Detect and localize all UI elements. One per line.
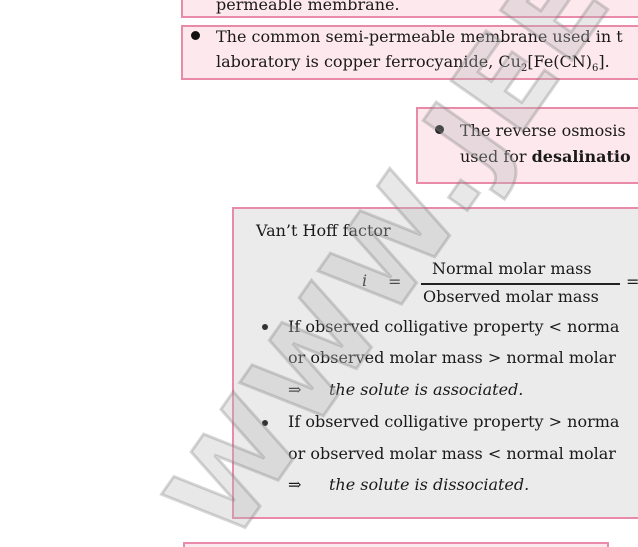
formula-equals: = [388, 272, 402, 291]
dissociated-line2: or observed molar mass < normal molar [288, 444, 616, 463]
dissociated-line1: If observed colligative property > norma [288, 412, 620, 431]
bullet-icon [262, 420, 268, 426]
associated-conclusion: the solute is associated. [329, 380, 524, 399]
document-page: permeable membrane. The common semi-perm… [0, 0, 638, 547]
membrane-text: permeable membrane. [216, 0, 400, 14]
vant-hoff-title: Van’t Hoff factor [256, 221, 391, 240]
formula-numerator: Normal molar mass [432, 259, 592, 278]
implies-icon: ⇒ [288, 380, 302, 399]
formula-equals-2: = [626, 272, 638, 291]
copper-ferrocyanide-line2: laboratory is copper ferrocyanide, Cu2[F… [216, 52, 610, 75]
reverse-osmosis-line1: The reverse osmosis [460, 121, 626, 140]
copper-ferrocyanide-line1: The common semi-permeable membrane used … [216, 27, 623, 46]
bullet-icon [262, 324, 268, 330]
associated-line2: or observed molar mass > normal molar [288, 348, 616, 367]
dissociated-conclusion: the solute is dissociated. [329, 475, 530, 494]
bullet-icon [191, 31, 200, 40]
reverse-osmosis-line2: used for desalinatio [460, 147, 631, 166]
fraction-bar [421, 283, 620, 285]
implies-icon: ⇒ [288, 475, 302, 494]
associated-line1: If observed colligative property < norma [288, 317, 620, 336]
bullet-icon [435, 125, 444, 134]
formula-i: i [362, 271, 368, 290]
formula-denominator: Observed molar mass [423, 287, 599, 306]
note-box-bottom [183, 542, 609, 547]
